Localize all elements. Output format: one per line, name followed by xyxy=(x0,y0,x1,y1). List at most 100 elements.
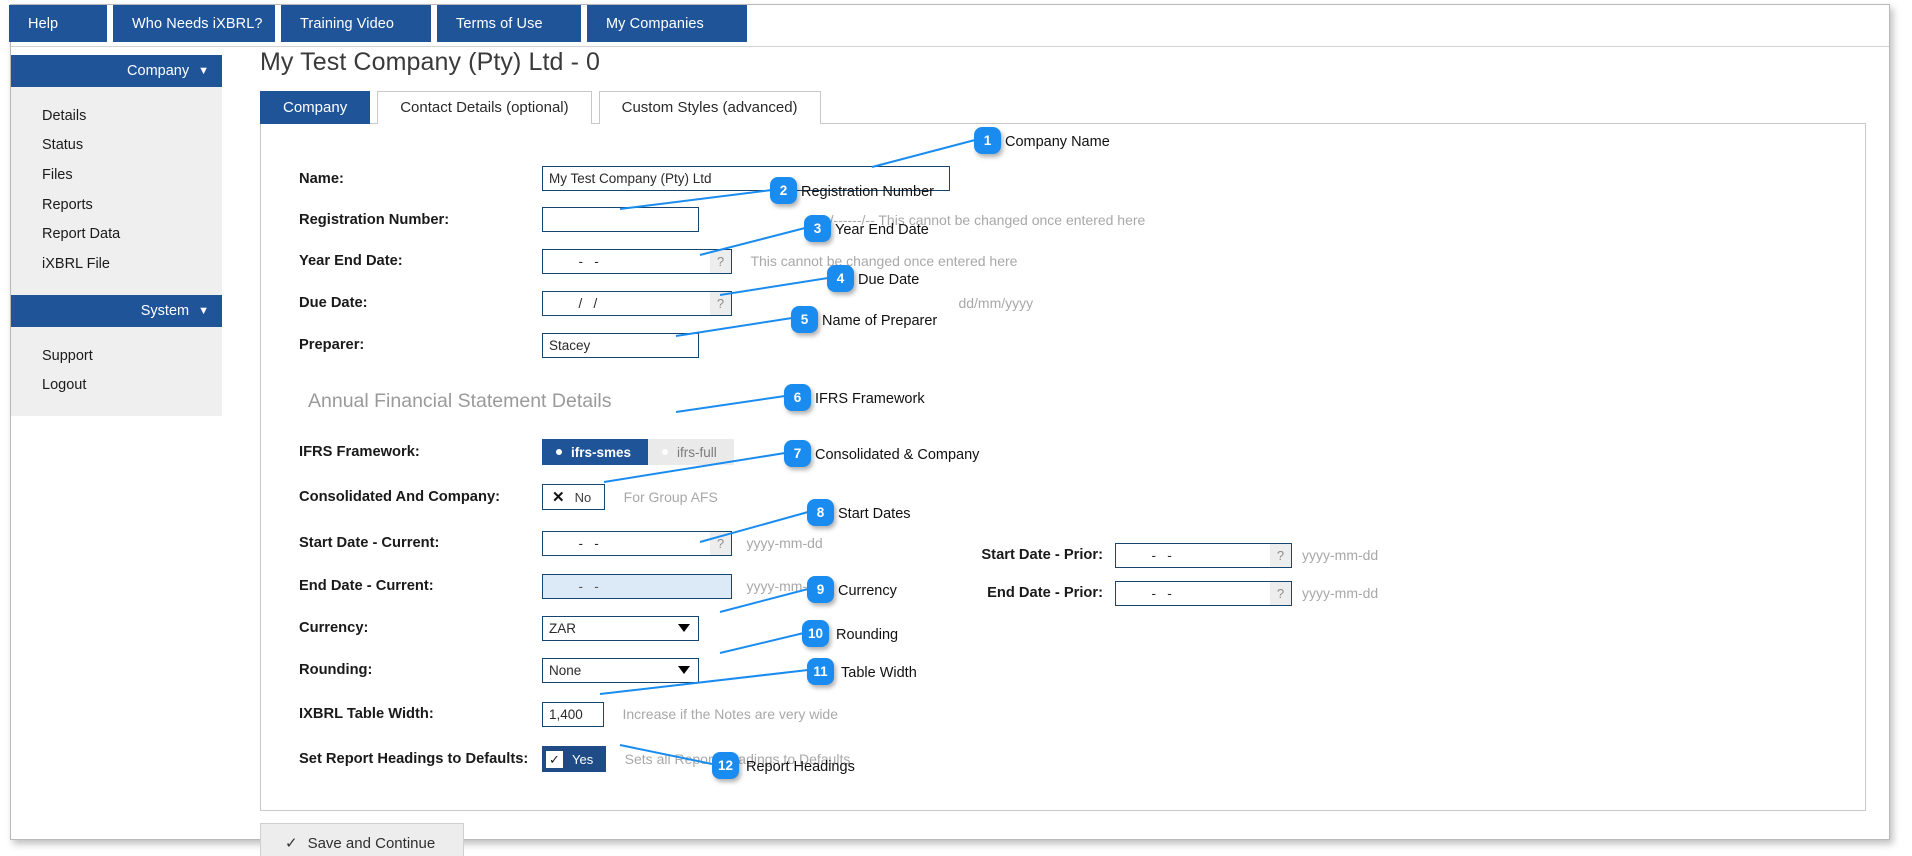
start-date-prior-wrapper: ? xyxy=(1115,542,1292,568)
nav-label-help: Help xyxy=(28,15,59,32)
sidebar-header-label-system: System xyxy=(140,303,190,320)
nav-button-training-video[interactable]: Training Video xyxy=(281,5,431,42)
sidebar-item-report-data[interactable]: Report Data xyxy=(11,220,222,250)
tab-company[interactable]: Company xyxy=(260,91,371,124)
save-and-continue-button[interactable]: ✓ Save and Continue xyxy=(260,823,465,856)
help-icon[interactable]: ? xyxy=(1270,581,1291,605)
sidebar-item-details[interactable]: Details xyxy=(11,101,222,131)
label-currency: Currency: xyxy=(299,620,369,636)
ifrs-smes-option[interactable]: ifrs-smes xyxy=(542,439,649,465)
sidebar-item-logout[interactable]: Logout xyxy=(11,371,222,401)
nav-label-my-companies: My Companies xyxy=(606,15,704,32)
label-start-date-current: Start Date - Current: xyxy=(299,535,440,551)
start-date-current-input[interactable] xyxy=(542,530,732,556)
control-consolidated: ✕ No For Group AFS xyxy=(542,484,718,510)
company-form-panel: Name: Registration Number: ----/------/-… xyxy=(260,123,1866,811)
due-date-wrapper: ? xyxy=(542,290,732,316)
sidebar-section-header-system[interactable]: System ▼ xyxy=(11,295,222,328)
hint-table-width: Increase if the Notes are very wide xyxy=(622,706,838,723)
control-currency: ZAR xyxy=(542,615,699,641)
sidebar-item-label: iXBRL File xyxy=(42,255,110,272)
nav-label-terms-of-use: Terms of Use xyxy=(456,15,543,32)
checkmark-icon: ✓ xyxy=(546,750,563,768)
nav-button-who-needs-ixbrl[interactable]: Who Needs iXBRL? xyxy=(113,5,275,42)
help-icon[interactable]: ? xyxy=(1270,543,1291,567)
sidebar-item-files[interactable]: Files xyxy=(11,160,222,190)
nav-button-help[interactable]: Help xyxy=(9,5,107,42)
consolidated-toggle-label: No xyxy=(574,489,592,505)
radio-selected-icon xyxy=(556,449,562,455)
start-date-prior-input[interactable] xyxy=(1115,542,1292,568)
control-start-date-current: ? yyyy-mm-dd xyxy=(542,530,823,556)
control-registration-number: ----/------/-- This cannot be changed on… xyxy=(542,207,1145,232)
save-button-row: ✓ Save and Continue xyxy=(260,823,1866,856)
rounding-select-wrapper: None xyxy=(542,657,699,683)
registration-number-input[interactable] xyxy=(542,207,699,232)
label-ifrs-framework: IFRS Framework: xyxy=(299,444,420,460)
currency-select[interactable]: ZAR xyxy=(542,615,699,641)
sidebar-item-label: Logout xyxy=(42,377,87,394)
save-button-label: Save and Continue xyxy=(307,835,436,852)
consolidated-toggle[interactable]: ✕ No xyxy=(542,484,606,510)
sidebar-item-ixbrl-file[interactable]: iXBRL File xyxy=(11,249,222,279)
control-report-headings: ✓ Yes Sets all Report Headings to Defaul… xyxy=(542,746,850,772)
form-row-rounding: Rounding: None xyxy=(261,649,1865,691)
end-date-current-input[interactable] xyxy=(542,573,732,599)
help-icon[interactable]: ? xyxy=(710,531,731,555)
form-row-end-date-prior: End Date - Prior: ? yyyy-mm-dd xyxy=(951,574,1378,612)
sidebar: Company ▼ Details Status Files Reports R… xyxy=(11,55,222,417)
year-end-date-wrapper: ? xyxy=(542,248,732,274)
rounding-select[interactable]: None xyxy=(542,657,699,683)
name-input[interactable] xyxy=(542,166,950,191)
sidebar-header-label-company: Company xyxy=(127,63,190,79)
sidebar-item-support[interactable]: Support xyxy=(11,341,222,371)
form-row-consolidated: Consolidated And Company: ✕ No For Group… xyxy=(261,473,1865,521)
section-heading-afs-details: Annual Financial Statement Details xyxy=(308,390,612,412)
page-title: My Test Company (Pty) Ltd - 0 xyxy=(260,48,601,76)
control-table-width: Increase if the Notes are very wide xyxy=(542,701,838,727)
due-date-input[interactable] xyxy=(542,290,732,316)
hint-year-end-date: This cannot be changed once entered here xyxy=(750,253,1018,270)
ifrs-framework-segmented-control: ifrs-smes ifrs-full xyxy=(542,439,734,465)
radio-unselected-icon xyxy=(662,449,669,455)
ifrs-full-option[interactable]: ifrs-full xyxy=(648,439,734,465)
report-headings-toggle-label: Yes xyxy=(572,751,594,767)
report-headings-toggle[interactable]: ✓ Yes xyxy=(542,746,607,772)
form-row-registration-number: Registration Number: ----/------/-- This… xyxy=(261,199,1865,240)
label-name: Name: xyxy=(299,170,344,187)
nav-button-terms-of-use[interactable]: Terms of Use xyxy=(437,5,581,42)
sidebar-item-reports[interactable]: Reports xyxy=(11,190,222,220)
ifrs-full-label: ifrs-full xyxy=(677,444,717,460)
hint-end-date-prior: yyyy-mm-dd xyxy=(1302,585,1379,601)
label-table-width: IXBRL Table Width: xyxy=(299,706,434,722)
sidebar-item-label: Details xyxy=(42,107,87,124)
label-year-end-date: Year End Date: xyxy=(299,253,403,269)
sidebar-item-label: Status xyxy=(42,137,84,154)
form-row-currency: Currency: ZAR xyxy=(261,607,1865,649)
label-rounding: Rounding: xyxy=(299,662,373,678)
tab-bar: Company Contact Details (optional) Custo… xyxy=(260,91,1866,124)
nav-button-my-companies[interactable]: My Companies xyxy=(587,5,747,42)
tab-label: Company xyxy=(283,99,348,116)
nav-separator xyxy=(11,46,1889,47)
hint-consolidated: For Group AFS xyxy=(623,489,718,506)
sidebar-item-status[interactable]: Status xyxy=(11,131,222,161)
help-icon[interactable]: ? xyxy=(710,249,731,273)
end-date-prior-input[interactable] xyxy=(1115,580,1292,606)
form-row-start-date-prior: Start Date - Prior: ? yyyy-mm-dd xyxy=(951,536,1378,574)
help-icon[interactable]: ? xyxy=(710,291,731,315)
end-date-prior-wrapper: ? xyxy=(1115,580,1292,606)
sidebar-section-header-company[interactable]: Company ▼ xyxy=(11,55,222,87)
nav-label-who-needs-ixbrl: Who Needs iXBRL? xyxy=(132,15,263,32)
label-due-date: Due Date: xyxy=(299,295,368,311)
preparer-input[interactable] xyxy=(542,332,699,358)
currency-select-wrapper: ZAR xyxy=(542,615,699,641)
tab-custom-styles[interactable]: Custom Styles (advanced) xyxy=(598,91,821,124)
table-width-input[interactable] xyxy=(542,701,604,727)
tab-label: Contact Details (optional) xyxy=(400,99,569,116)
control-ifrs-framework: ifrs-smes ifrs-full xyxy=(542,439,734,465)
hint-start-date-prior: yyyy-mm-dd xyxy=(1302,547,1379,563)
year-end-date-input[interactable] xyxy=(542,248,732,274)
tab-contact-details[interactable]: Contact Details (optional) xyxy=(377,91,592,124)
form-row-table-width: IXBRL Table Width: Increase if the Notes… xyxy=(261,691,1865,737)
